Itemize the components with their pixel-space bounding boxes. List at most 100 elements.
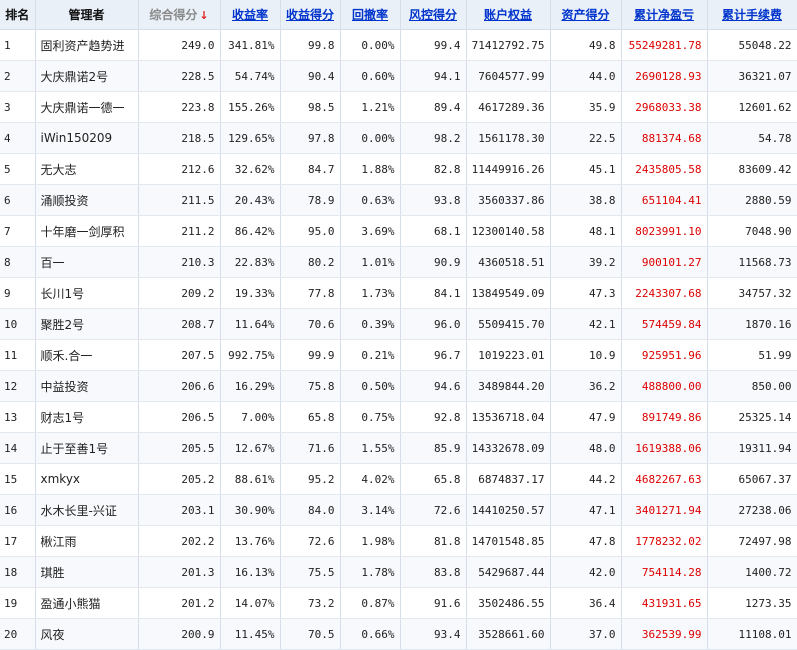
header-equity[interactable]: 账户权益 [466,0,551,30]
cell-equity: 4617289.36 [466,91,551,123]
cell-manager-name[interactable]: 盈通小熊猫 [35,587,139,619]
cell-equity: 5509415.70 [466,308,551,340]
cell-equity: 13849549.09 [466,277,551,309]
cell-composite-score: 202.2 [138,525,221,557]
cell-manager-name[interactable]: 顺禾.合一 [35,339,139,371]
header-return-score[interactable]: 收益得分 [280,0,341,30]
sort-net-profit-link[interactable]: 累计净盈亏 [634,8,694,22]
cell-return-score: 97.8 [280,122,341,154]
sort-asset-score-link[interactable]: 资产得分 [561,8,609,22]
cell-manager-name[interactable]: 涌顺投资 [35,184,139,216]
header-composite-label[interactable]: 综合得分 [149,8,197,22]
cell-manager-name[interactable]: 无大志 [35,153,139,185]
cell-manager-name[interactable]: 固利资产趋势进 [35,29,139,61]
sort-risk-score-link[interactable]: 风控得分 [409,8,457,22]
cell-asset-score: 47.3 [550,277,622,309]
cell-fees: 11568.73 [707,246,797,278]
manager-name-link[interactable]: 楸江雨 [41,535,77,549]
manager-name-link[interactable]: 中益投资 [41,380,89,394]
cell-manager-name[interactable]: 百一 [35,246,139,278]
header-composite-score[interactable]: 综合得分 ↓ [138,0,221,30]
cell-rank: 18 [0,556,36,588]
sort-equity-link[interactable]: 账户权益 [484,8,532,22]
table-row: 4 iWin150209 218.5 129.65% 97.8 0.00% 98.2 1561… [0,122,797,154]
cell-return-score: 75.5 [280,556,341,588]
cell-return-score: 71.6 [280,432,341,464]
manager-name-link[interactable]: 固利资产趋势进 [41,39,125,53]
cell-net-profit: 55249281.78 [621,29,708,61]
manager-name-link[interactable]: 止于至善1号 [41,442,109,456]
header-risk-score[interactable]: 风控得分 [400,0,467,30]
sort-return-rate-link[interactable]: 收益率 [232,8,268,22]
cell-return-rate: 12.67% [220,432,281,464]
cell-risk-score: 68.1 [400,215,467,247]
cell-fees: 55048.22 [707,29,797,61]
manager-name-link[interactable]: iWin150209 [41,131,113,145]
manager-name-link[interactable]: 风夜 [41,628,65,642]
cell-rank: 11 [0,339,36,371]
cell-net-profit: 925951.96 [621,339,708,371]
cell-manager-name[interactable]: 财志1号 [35,401,139,433]
manager-name-link[interactable]: 大庆鼎诺一德一 [41,101,125,115]
header-drawdown[interactable]: 回撤率 [340,0,401,30]
cell-fees: 83609.42 [707,153,797,185]
cell-return-score: 84.7 [280,153,341,185]
cell-drawdown: 1.88% [340,153,401,185]
cell-rank: 3 [0,91,36,123]
cell-manager-name[interactable]: 十年磨一剑厚积 [35,215,139,247]
manager-name-link[interactable]: 财志1号 [41,411,85,425]
cell-equity: 14332678.09 [466,432,551,464]
manager-name-link[interactable]: 大庆鼎诺2号 [41,70,109,84]
cell-equity: 14410250.57 [466,494,551,526]
sort-drawdown-link[interactable]: 回撤率 [352,8,388,22]
header-net-profit[interactable]: 累计净盈亏 [621,0,708,30]
cell-return-score: 73.2 [280,587,341,619]
cell-manager-name[interactable]: 水木长里-兴证 [35,494,139,526]
header-asset-score[interactable]: 资产得分 [550,0,622,30]
cell-return-score: 70.6 [280,308,341,340]
manager-name-link[interactable]: 顺禾.合一 [41,349,93,363]
table-row: 6 涌顺投资 211.5 20.43% 78.9 0.63% 93.8 3560337.86 3… [0,184,797,216]
manager-name-link[interactable]: 长川1号 [41,287,85,301]
cell-net-profit: 881374.68 [621,122,708,154]
cell-rank: 6 [0,184,36,216]
cell-manager-name[interactable]: 琪胜 [35,556,139,588]
manager-name-link[interactable]: 十年磨一剑厚积 [41,225,125,239]
cell-manager-name[interactable]: 长川1号 [35,277,139,309]
manager-name-link[interactable]: 百一 [41,256,65,270]
cell-manager-name[interactable]: 聚胜2号 [35,308,139,340]
cell-manager-name[interactable]: iWin150209 [35,122,139,154]
header-fees[interactable]: 累计手续费 [707,0,797,30]
cell-drawdown: 0.60% [340,60,401,92]
manager-name-link[interactable]: 琪胜 [41,566,65,580]
manager-name-link[interactable]: xmkyx [41,472,81,486]
cell-drawdown: 0.00% [340,122,401,154]
cell-drawdown: 0.00% [340,29,401,61]
cell-risk-score: 85.9 [400,432,467,464]
cell-manager-name[interactable]: 大庆鼎诺2号 [35,60,139,92]
cell-drawdown: 1.21% [340,91,401,123]
manager-name-link[interactable]: 聚胜2号 [41,318,85,332]
sort-fees-link[interactable]: 累计手续费 [722,8,782,22]
cell-manager-name[interactable]: 大庆鼎诺一德一 [35,91,139,123]
cell-asset-score: 48.0 [550,432,622,464]
manager-name-link[interactable]: 盈通小熊猫 [41,597,101,611]
cell-manager-name[interactable]: 风夜 [35,618,139,650]
cell-manager-name[interactable]: 中益投资 [35,370,139,402]
table-row: 14 止于至善1号 205.5 12.67% 71.6 1.55% 85.9 14332678… [0,432,797,464]
cell-manager-name[interactable]: xmkyx [35,463,139,495]
cell-net-profit: 362539.99 [621,618,708,650]
cell-risk-score: 92.8 [400,401,467,433]
cell-manager-name[interactable]: 楸江雨 [35,525,139,557]
table-row: 3 大庆鼎诺一德一 223.8 155.26% 98.5 1.21% 89.4 4617289… [0,91,797,123]
cell-manager-name[interactable]: 止于至善1号 [35,432,139,464]
cell-drawdown: 3.69% [340,215,401,247]
sort-return-score-link[interactable]: 收益得分 [286,8,334,22]
header-manager: 管理者 [35,0,139,30]
cell-drawdown: 4.02% [340,463,401,495]
cell-equity: 11449916.26 [466,153,551,185]
header-return-rate[interactable]: 收益率 [220,0,281,30]
manager-name-link[interactable]: 涌顺投资 [41,194,89,208]
manager-name-link[interactable]: 水木长里-兴证 [41,504,117,518]
manager-name-link[interactable]: 无大志 [41,163,77,177]
